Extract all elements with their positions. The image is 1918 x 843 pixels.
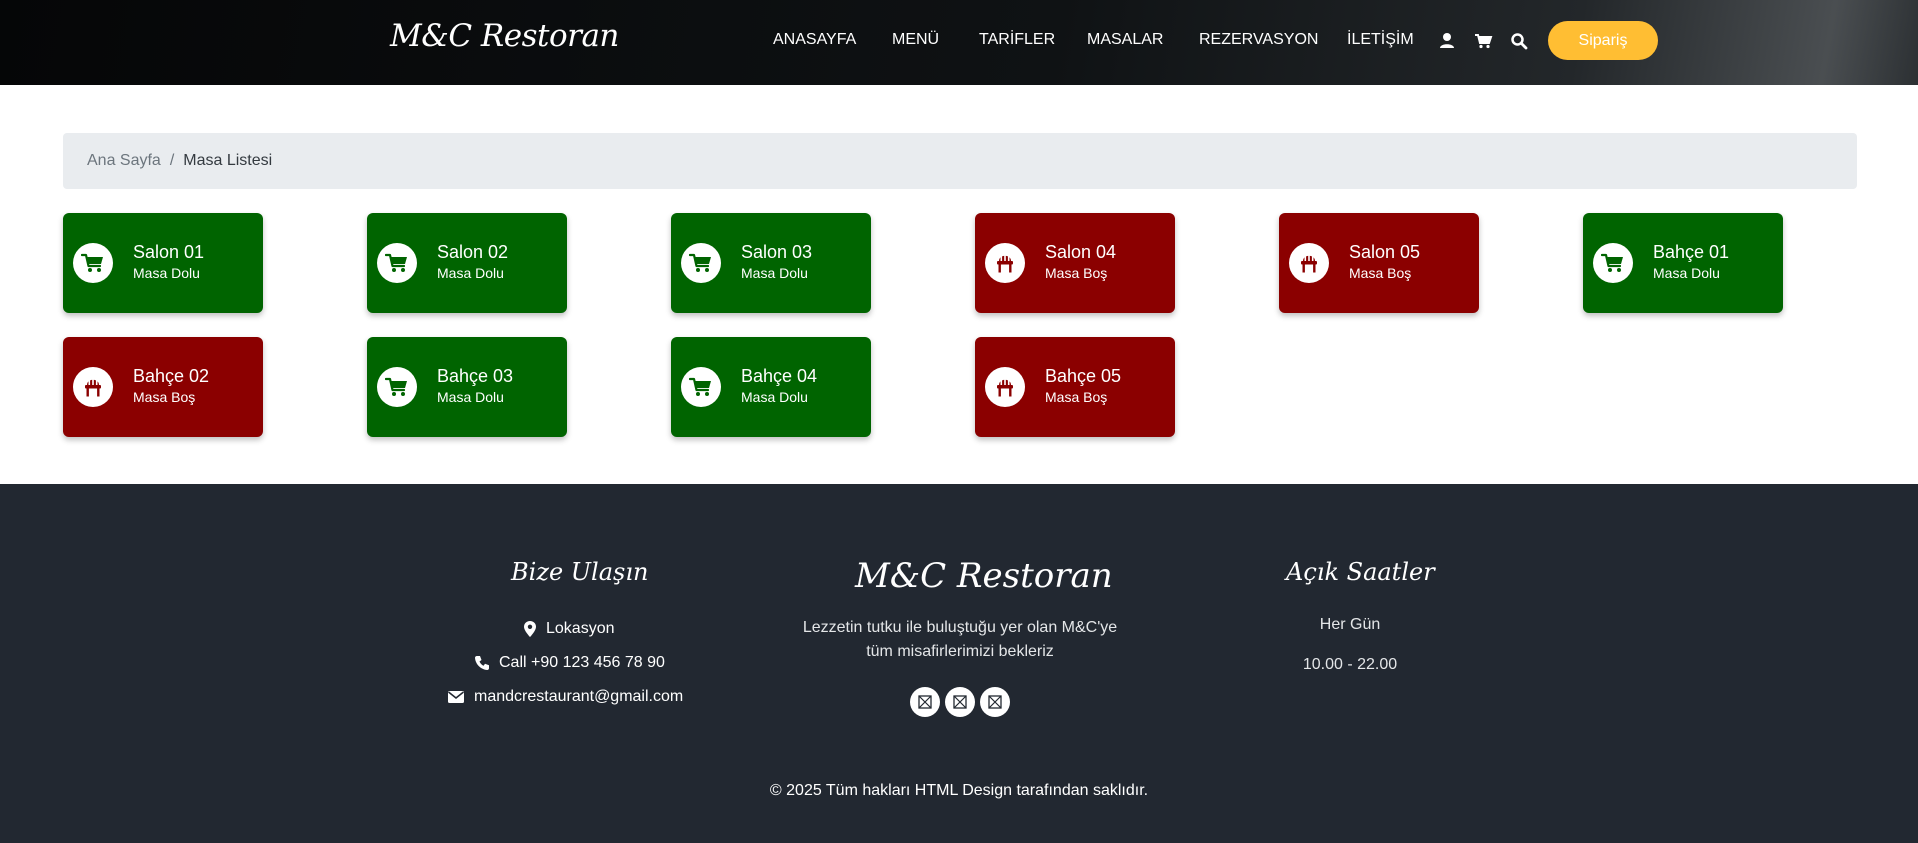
email-text: mandcrestaurant@gmail.com <box>474 688 684 705</box>
hours-days: Her Gün <box>1319 616 1381 633</box>
table-card-salon-03[interactable]: Salon 03 Masa Dolu <box>671 213 871 313</box>
breadcrumb-home-link[interactable]: Ana Sayfa <box>87 152 161 170</box>
table-card-bahce-02[interactable]: Bahçe 02 Masa Boş <box>63 337 263 437</box>
site-header: M&C Restoran ANASAYFA MENÜ TARİFLER MASA… <box>0 0 1918 85</box>
phone-link[interactable]: Call +90 123 456 78 90 <box>474 654 665 672</box>
hours-title: Açık Saatler <box>1286 558 1435 586</box>
facebook-icon[interactable] <box>910 687 940 717</box>
table-name: Bahçe 03 <box>437 366 514 386</box>
order-button[interactable]: Sipariş <box>1548 21 1658 60</box>
table-card-bahce-03[interactable]: Bahçe 03 Masa Dolu <box>367 337 567 437</box>
contact-title: Bize Ulaşın <box>511 558 649 586</box>
table-name: Bahçe 04 <box>741 366 818 386</box>
nav-link-anasayfa[interactable]: ANASAYFA <box>773 31 856 49</box>
chair-icon <box>73 367 113 407</box>
table-card-salon-01[interactable]: Salon 01 Masa Dolu <box>63 213 263 313</box>
email-link[interactable]: mandcrestaurant@gmail.com <box>447 688 683 706</box>
cart-icon <box>377 243 417 283</box>
table-card-salon-04[interactable]: Salon 04 Masa Boş <box>975 213 1175 313</box>
breadcrumb-current: Masa Listesi <box>183 152 273 169</box>
location-link[interactable]: Lokasyon <box>523 620 615 638</box>
table-name: Salon 05 <box>1349 242 1421 262</box>
envelope-icon <box>448 691 464 703</box>
table-status: Masa Boş <box>1045 265 1108 281</box>
nav-link-iletisim[interactable]: İLETİŞİM <box>1347 31 1414 49</box>
location-text: Lokasyon <box>546 620 615 637</box>
table-name: Salon 01 <box>133 242 205 262</box>
table-status: Masa Dolu <box>741 265 808 281</box>
twitter-icon[interactable] <box>945 687 975 717</box>
user-icon[interactable] <box>1437 31 1457 51</box>
cart-icon[interactable] <box>1473 31 1493 51</box>
table-card-bahce-01[interactable]: Bahçe 01 Masa Dolu <box>1583 213 1783 313</box>
table-status: Masa Dolu <box>437 265 504 281</box>
brand-logo[interactable]: M&C Restoran <box>390 18 619 54</box>
phone-icon <box>475 656 489 670</box>
chair-icon <box>985 243 1025 283</box>
table-card-bahce-04[interactable]: Bahçe 04 Masa Dolu <box>671 337 871 437</box>
table-name: Salon 02 <box>437 242 509 262</box>
nav-link-rezervasyon[interactable]: REZERVASYON <box>1199 31 1318 49</box>
phone-text: Call +90 123 456 78 90 <box>499 654 665 671</box>
breadcrumb: Ana Sayfa / Masa Listesi <box>63 133 1857 189</box>
instagram-icon[interactable] <box>980 687 1010 717</box>
table-name: Bahçe 01 <box>1653 242 1730 262</box>
nav-link-tarifler[interactable]: TARİFLER <box>979 31 1055 49</box>
table-status: Masa Boş <box>133 389 196 405</box>
table-name: Salon 03 <box>741 242 813 262</box>
table-name: Bahçe 02 <box>133 366 210 386</box>
table-card-salon-02[interactable]: Salon 02 Masa Dolu <box>367 213 567 313</box>
table-status: Masa Boş <box>1045 389 1108 405</box>
tagline-line-1: Lezzetin tutku ile buluştuğu yer olan M&… <box>802 619 1118 636</box>
breadcrumb-separator: / <box>169 152 175 169</box>
table-status: Masa Boş <box>1349 265 1412 281</box>
chair-icon <box>985 367 1025 407</box>
cart-icon <box>1593 243 1633 283</box>
cart-icon <box>377 367 417 407</box>
table-card-salon-05[interactable]: Salon 05 Masa Boş <box>1279 213 1479 313</box>
table-status: Masa Dolu <box>741 389 808 405</box>
chair-icon <box>1289 243 1329 283</box>
cart-icon <box>681 367 721 407</box>
nav-link-menu[interactable]: MENÜ <box>892 31 939 49</box>
search-icon[interactable] <box>1509 31 1529 51</box>
copyright-text: © 2025 Tüm hakları HTML Design tarafında… <box>769 782 1149 799</box>
site-footer: Bize Ulaşın Lokasyon Call +90 123 456 78… <box>0 484 1918 843</box>
table-card-bahce-05[interactable]: Bahçe 05 Masa Boş <box>975 337 1175 437</box>
map-marker-icon <box>524 621 536 637</box>
table-name: Bahçe 05 <box>1045 366 1122 386</box>
tagline-line-2: tüm misafirlerimizi bekleriz <box>866 643 1054 660</box>
nav-link-masalar[interactable]: MASALAR <box>1087 31 1163 49</box>
cart-icon <box>73 243 113 283</box>
hours-time: 10.00 - 22.00 <box>1302 656 1398 673</box>
cart-icon <box>681 243 721 283</box>
table-status: Masa Dolu <box>1653 265 1720 281</box>
table-status: Masa Dolu <box>133 265 200 281</box>
footer-brand: M&C Restoran <box>855 556 1113 596</box>
table-status: Masa Dolu <box>437 389 504 405</box>
table-name: Salon 04 <box>1045 242 1117 262</box>
